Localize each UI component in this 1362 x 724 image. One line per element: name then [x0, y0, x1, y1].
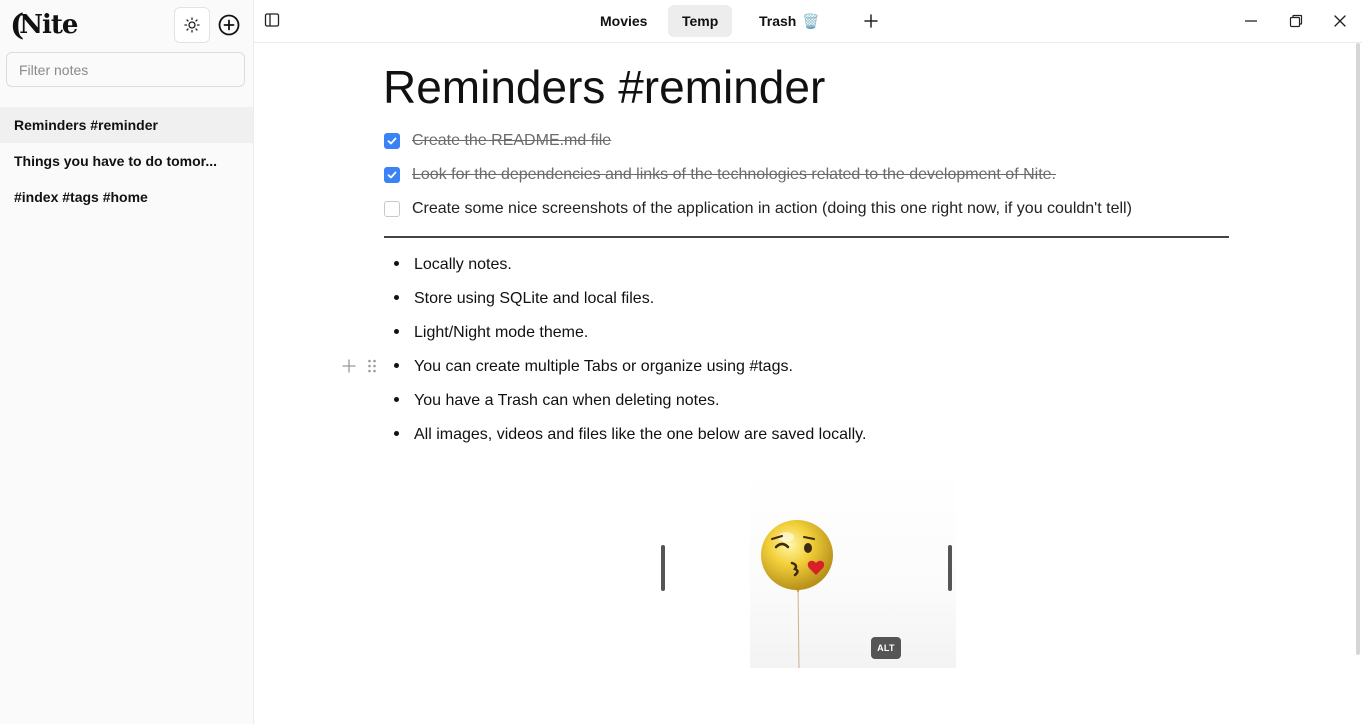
- note-list-item[interactable]: #index #tags #home: [0, 179, 253, 215]
- trash-icon: 🗑️: [802, 12, 820, 29]
- editor-scrollbar[interactable]: [1356, 43, 1360, 655]
- bullet-item[interactable]: You can create multiple Tabs or organize…: [394, 355, 793, 379]
- filter-notes-input[interactable]: [6, 52, 245, 87]
- app-logo-text: Nite: [19, 10, 78, 40]
- minimize-button[interactable]: [1241, 11, 1261, 31]
- add-note-button[interactable]: [217, 13, 241, 37]
- bullet-text[interactable]: Store using SQLite and local files.: [414, 290, 654, 308]
- horizontal-rule: [384, 236, 1229, 238]
- image-block[interactable]: ALT: [650, 467, 960, 668]
- check-icon: [387, 137, 397, 145]
- bullet-text[interactable]: Locally notes.: [414, 256, 512, 274]
- task-checkbox[interactable]: [384, 201, 400, 217]
- tab-temp[interactable]: Temp: [668, 5, 733, 37]
- kissing-face-balloon-icon: [761, 520, 833, 668]
- bullet-text[interactable]: You can create multiple Tabs or organize…: [414, 358, 793, 376]
- sidebar-toggle-icon: [264, 13, 280, 27]
- task-item[interactable]: Create the README.md file: [384, 129, 611, 153]
- tab-trash[interactable]: Trash 🗑️: [745, 5, 834, 37]
- sun-icon: [184, 17, 200, 33]
- app-logo: (Nite: [10, 8, 78, 43]
- bullet-item[interactable]: You have a Trash can when deleting notes…: [394, 389, 719, 413]
- restore-button[interactable]: [1286, 11, 1306, 31]
- theme-toggle-button[interactable]: [174, 7, 210, 43]
- bullet-item[interactable]: Light/Night mode theme.: [394, 321, 588, 345]
- tab-label: Movies: [600, 13, 648, 29]
- tab-label: Trash: [759, 13, 797, 29]
- note-title: Things you have to do tomor...: [14, 153, 218, 169]
- drag-handle-icon: [368, 359, 376, 373]
- plus-icon: [864, 14, 878, 28]
- plus-circle-icon: [218, 14, 240, 36]
- check-icon: [387, 171, 397, 179]
- task-checkbox[interactable]: [384, 167, 400, 183]
- close-icon: [1334, 15, 1346, 27]
- bullet-item[interactable]: Locally notes.: [394, 253, 512, 277]
- task-text[interactable]: Create some nice screenshots of the appl…: [412, 200, 1132, 218]
- sidebar-toggle-button[interactable]: [264, 12, 282, 30]
- bullet-dot: [394, 430, 399, 436]
- bullet-text[interactable]: You have a Trash can when deleting notes…: [414, 392, 719, 410]
- task-text[interactable]: Look for the dependencies and links of t…: [412, 166, 1056, 184]
- add-tab-button[interactable]: [861, 11, 881, 31]
- image-resize-handle-left[interactable]: [661, 545, 665, 591]
- bullet-item[interactable]: Store using SQLite and local files.: [394, 287, 654, 311]
- bullet-dot: [394, 260, 399, 266]
- top-bar: Movies Temp Trash 🗑️: [254, 0, 1362, 43]
- add-block-button[interactable]: [340, 357, 358, 375]
- note-title-heading[interactable]: Reminders #reminder: [383, 60, 825, 114]
- bullet-dot: [394, 294, 399, 300]
- bullet-dot: [394, 362, 399, 368]
- drag-handle[interactable]: [364, 356, 380, 376]
- task-text[interactable]: Create the README.md file: [412, 132, 611, 150]
- tab-movies[interactable]: Movies: [586, 5, 661, 37]
- bullet-dot: [394, 328, 399, 334]
- sidebar: (Nite Reminders #reminder Things you hav…: [0, 0, 254, 724]
- bullet-item[interactable]: All images, videos and files like the on…: [394, 423, 866, 447]
- note-list-item[interactable]: Things you have to do tomor...: [0, 143, 253, 179]
- task-item[interactable]: Look for the dependencies and links of t…: [384, 163, 1056, 187]
- task-checkbox[interactable]: [384, 133, 400, 149]
- note-list-item[interactable]: Reminders #reminder: [0, 107, 253, 143]
- close-button[interactable]: [1330, 11, 1350, 31]
- tab-label: Temp: [682, 13, 719, 29]
- note-list: Reminders #reminder Things you have to d…: [0, 107, 253, 215]
- task-item[interactable]: Create some nice screenshots of the appl…: [384, 197, 1132, 221]
- minimize-icon: [1245, 20, 1257, 22]
- balloon-image[interactable]: ALT: [750, 467, 956, 668]
- bullet-text[interactable]: Light/Night mode theme.: [414, 324, 588, 342]
- alt-text-button[interactable]: ALT: [871, 637, 901, 659]
- bullet-text[interactable]: All images, videos and files like the on…: [414, 426, 866, 444]
- note-title: Reminders #reminder: [14, 117, 158, 133]
- note-title: #index #tags #home: [14, 189, 148, 205]
- image-resize-handle-right[interactable]: [948, 545, 952, 591]
- restore-icon: [1289, 14, 1303, 28]
- plus-icon: [342, 359, 356, 373]
- bullet-dot: [394, 396, 399, 402]
